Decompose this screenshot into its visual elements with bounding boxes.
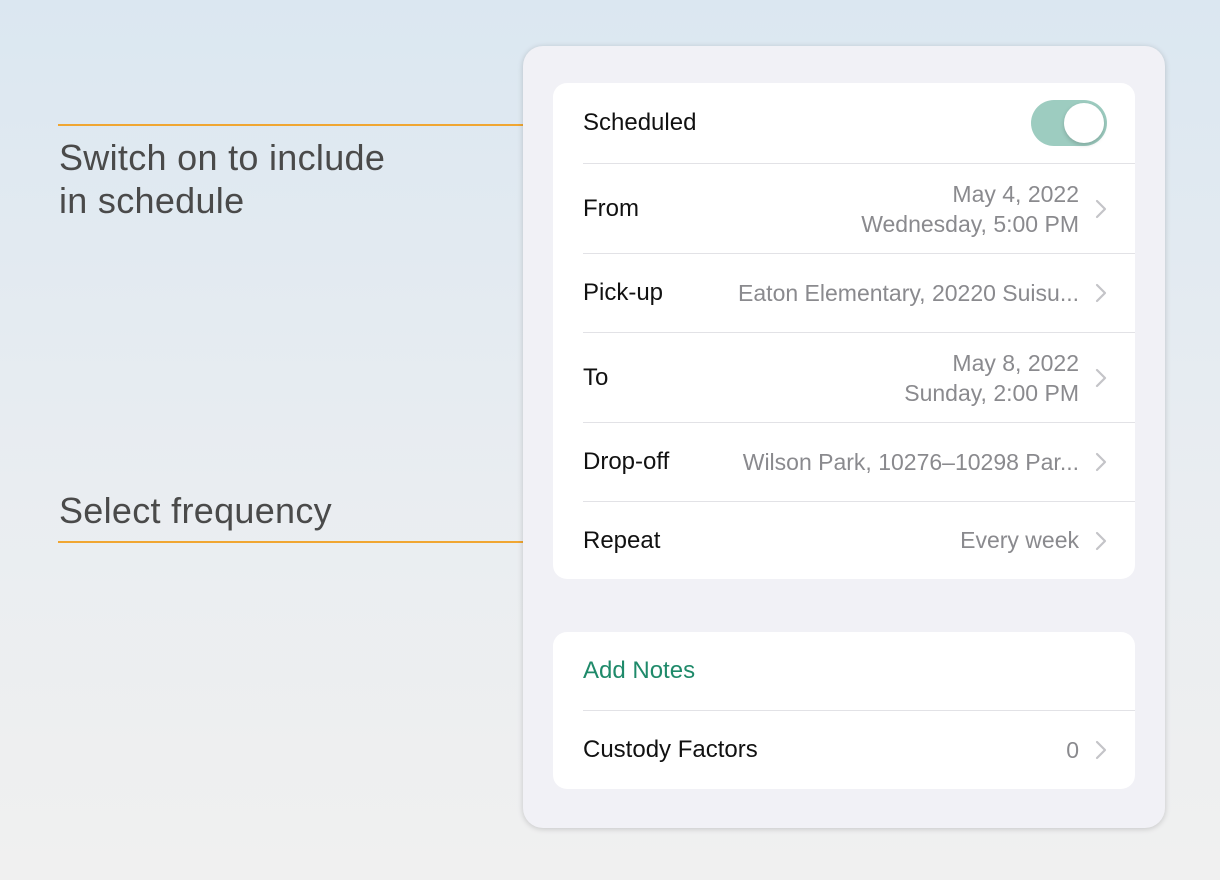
from-row[interactable]: From May 4, 2022 Wednesday, 5:00 PM (583, 163, 1135, 253)
to-time: Sunday, 2:00 PM (904, 379, 1079, 406)
pickup-row[interactable]: Pick-up Eaton Elementary, 20220 Suisu... (583, 253, 1135, 332)
custody-factors-label: Custody Factors (583, 736, 758, 763)
custody-factors-value: 0 (1066, 736, 1079, 763)
pickup-label: Pick-up (583, 279, 664, 306)
chevron-right-icon (1095, 452, 1107, 472)
scheduled-callout-line2: in schedule (59, 180, 245, 221)
scheduled-callout-line1: Switch on to include (59, 137, 386, 178)
to-date: May 8, 2022 (952, 349, 1079, 376)
to-row[interactable]: To May 8, 2022 Sunday, 2:00 PM (583, 332, 1135, 422)
notes-group: Add Notes Custody Factors 0 (553, 632, 1135, 789)
from-date: May 4, 2022 (952, 180, 1079, 207)
scheduled-row: Scheduled (583, 83, 1135, 163)
chevron-right-icon (1095, 740, 1107, 760)
repeat-row[interactable]: Repeat Every week (583, 501, 1135, 579)
scheduled-label: Scheduled (583, 109, 697, 136)
pickup-value: Eaton Elementary, 20220 Suisu... (738, 279, 1079, 306)
repeat-value: Every week (960, 527, 1079, 553)
custody-factors-row[interactable]: Custody Factors 0 (583, 710, 1135, 789)
add-notes-button[interactable]: Add Notes (583, 657, 695, 685)
chevron-right-icon (1095, 199, 1107, 219)
dropoff-row[interactable]: Drop-off Wilson Park, 10276–10298 Par... (583, 422, 1135, 501)
from-time: Wednesday, 5:00 PM (861, 210, 1079, 237)
schedule-group: Scheduled From May 4, 2022 Wednesday, 5:… (553, 83, 1135, 579)
add-notes-row[interactable]: Add Notes (583, 632, 1135, 710)
scheduled-callout-line (58, 124, 570, 126)
scheduled-toggle[interactable] (1031, 100, 1107, 146)
dropoff-value: Wilson Park, 10276–10298 Par... (742, 448, 1079, 475)
to-label: To (583, 363, 609, 391)
scheduled-callout-text: Switch on to include in schedule (59, 136, 385, 222)
toggle-knob (1064, 103, 1104, 143)
chevron-right-icon (1095, 368, 1107, 388)
event-detail-panel: Scheduled From May 4, 2022 Wednesday, 5:… (523, 46, 1165, 828)
from-label: From (583, 194, 639, 222)
chevron-right-icon (1095, 283, 1107, 303)
dropoff-label: Drop-off (583, 448, 670, 475)
repeat-label: Repeat (583, 526, 661, 554)
repeat-callout-line (58, 541, 570, 543)
repeat-callout-text: Select frequency (59, 490, 332, 531)
chevron-right-icon (1095, 531, 1107, 551)
to-value: May 8, 2022 Sunday, 2:00 PM (904, 348, 1079, 408)
from-value: May 4, 2022 Wednesday, 5:00 PM (861, 179, 1079, 239)
